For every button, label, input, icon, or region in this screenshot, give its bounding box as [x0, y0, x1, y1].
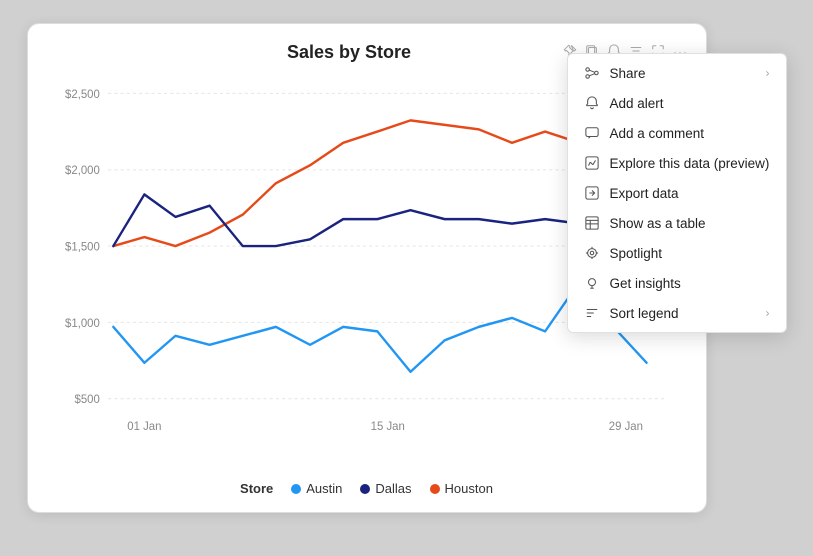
menu-item-share[interactable]: Share ›: [568, 58, 786, 88]
menu-item-export[interactable]: Export data: [568, 178, 786, 208]
legend-dallas: Dallas: [360, 481, 411, 496]
chart-legend: Store Austin Dallas Houston: [46, 481, 688, 500]
sort-legend-arrow: ›: [766, 306, 770, 320]
legend-store-label: Store: [240, 481, 273, 496]
svg-text:$2,500: $2,500: [65, 87, 100, 102]
menu-item-add-comment[interactable]: Add a comment: [568, 118, 786, 148]
export-icon: [584, 185, 600, 201]
share-icon: [584, 65, 600, 81]
add-comment-icon: [584, 125, 600, 141]
menu-item-add-alert[interactable]: Add alert: [568, 88, 786, 118]
menu-item-explore[interactable]: Explore this data (preview): [568, 148, 786, 178]
svg-text:01 Jan: 01 Jan: [127, 419, 161, 434]
table-icon: [584, 215, 600, 231]
insights-icon: [584, 275, 600, 291]
austin-label: Austin: [306, 481, 342, 496]
menu-label-spotlight: Spotlight: [610, 246, 663, 261]
menu-label-export: Export data: [610, 186, 679, 201]
add-alert-icon: [584, 95, 600, 111]
svg-text:15 Jan: 15 Jan: [370, 419, 404, 434]
menu-item-sort-legend[interactable]: Sort legend ›: [568, 298, 786, 328]
svg-text:$1,500: $1,500: [65, 239, 100, 254]
dallas-dot: [360, 484, 370, 494]
menu-label-add-comment: Add a comment: [610, 126, 705, 141]
menu-label-table: Show as a table: [610, 216, 706, 231]
chart-title: Sales by Store: [136, 42, 563, 63]
dallas-label: Dallas: [375, 481, 411, 496]
spotlight-icon: [584, 245, 600, 261]
explore-icon: [584, 155, 600, 171]
austin-dot: [291, 484, 301, 494]
svg-text:29 Jan: 29 Jan: [608, 419, 642, 434]
legend-houston: Houston: [430, 481, 493, 496]
houston-dot: [430, 484, 440, 494]
menu-item-spotlight[interactable]: Spotlight: [568, 238, 786, 268]
menu-item-table[interactable]: Show as a table: [568, 208, 786, 238]
svg-text:$2,000: $2,000: [65, 163, 100, 178]
context-menu: Share › Add alert Add a comment: [567, 53, 787, 333]
svg-text:$500: $500: [74, 392, 100, 407]
menu-label-insights: Get insights: [610, 276, 681, 291]
menu-label-share: Share: [610, 66, 646, 81]
menu-label-add-alert: Add alert: [610, 96, 664, 111]
svg-text:$1,000: $1,000: [65, 315, 100, 330]
menu-label-explore: Explore this data (preview): [610, 156, 770, 171]
houston-label: Houston: [445, 481, 493, 496]
outer-container: Sales by Store ···: [27, 23, 787, 533]
menu-item-insights[interactable]: Get insights: [568, 268, 786, 298]
sort-icon: [584, 305, 600, 321]
legend-austin: Austin: [291, 481, 342, 496]
share-arrow: ›: [766, 66, 770, 80]
menu-label-sort-legend: Sort legend: [610, 306, 679, 321]
